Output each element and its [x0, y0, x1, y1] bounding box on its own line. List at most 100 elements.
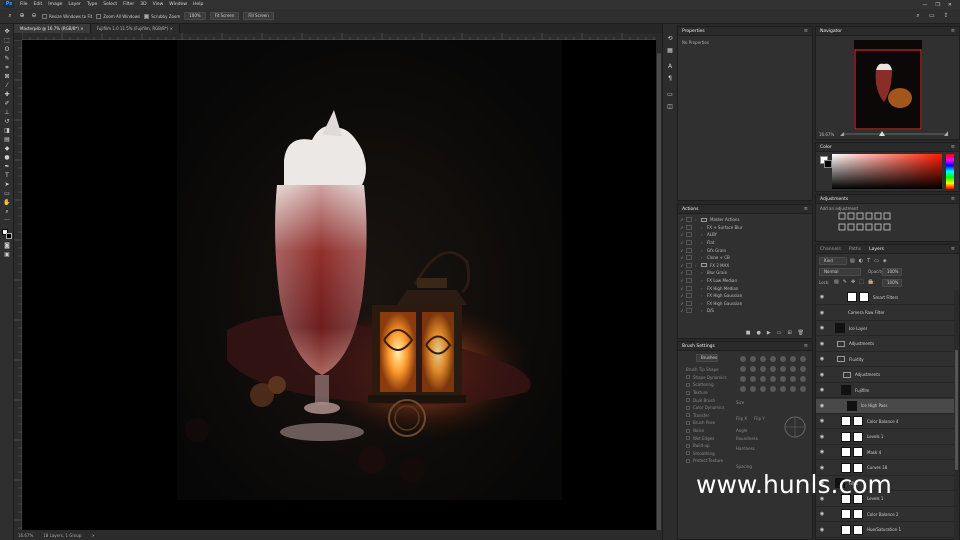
character-icon[interactable]: A	[665, 62, 675, 71]
zoom-out-icon[interactable]: ⊖	[30, 12, 38, 20]
action-row[interactable]: ✓ › Flat	[678, 239, 812, 247]
quick-select-tool-icon[interactable]: ✎	[2, 55, 12, 63]
fit-screen-button[interactable]: Fit Screen	[209, 12, 240, 20]
action-check-icon[interactable]: ✓	[678, 263, 686, 268]
eye-icon[interactable]: ◉	[818, 418, 826, 424]
layer-row[interactable]: ◉ Color Balance 4	[816, 414, 954, 429]
layer-row[interactable]: ◉ Smart Filters	[816, 290, 954, 305]
panel-menu-icon[interactable]: ≡	[804, 206, 808, 212]
info-icon[interactable]: ◫	[665, 102, 675, 111]
screen-mode-icon[interactable]: ▣	[2, 251, 12, 259]
action-row[interactable]: ✓ › Master Actions	[678, 216, 812, 224]
scrollbar-thumb[interactable]	[657, 53, 661, 533]
path-select-icon[interactable]: ➤	[2, 181, 12, 189]
action-check-icon[interactable]: ✓	[678, 225, 686, 230]
resize-windows-checkbox[interactable]: Resize Windows to Fit	[42, 13, 92, 19]
menu-image[interactable]: Image	[48, 2, 62, 7]
brush-setting-checkbox[interactable]	[686, 458, 690, 463]
filter-pixel-icon[interactable]: ▧	[850, 258, 855, 264]
brush-setting-checkbox[interactable]	[686, 405, 690, 410]
tab-channels[interactable]: Channels	[820, 247, 841, 252]
layer-mask-thumbnail[interactable]	[853, 524, 863, 535]
navigator-zoom-slider[interactable]	[840, 130, 952, 138]
brushes-button[interactable]: Brushes	[696, 354, 718, 362]
brush-angle-widget[interactable]	[782, 414, 808, 440]
lasso-tool-icon[interactable]: ʘ	[2, 46, 12, 54]
layer-thumbnail[interactable]	[841, 431, 851, 442]
action-dialog-toggle[interactable]	[686, 278, 692, 284]
layer-row[interactable]: ◉ Fujifilm	[816, 383, 954, 398]
brush-setting-item[interactable]: Brush Pose	[682, 419, 732, 427]
brush-setting-checkbox[interactable]	[686, 375, 690, 380]
layer-row[interactable]: ◉ Hue/Saturation 1	[816, 523, 954, 538]
action-dialog-toggle[interactable]	[686, 255, 692, 261]
stop-icon[interactable]: ■	[746, 330, 751, 336]
layer-filter-kind[interactable]: Kind	[819, 257, 847, 265]
brush-setting-item[interactable]: Brush Tip Shape	[682, 366, 732, 374]
eye-icon[interactable]: ◉	[818, 310, 826, 316]
layer-thumbnail[interactable]	[841, 447, 851, 457]
brush-setting-item[interactable]: Color Dynamics	[682, 404, 732, 412]
action-dialog-toggle[interactable]	[686, 224, 692, 230]
menu-file[interactable]: File	[20, 2, 28, 7]
panel-menu-icon[interactable]: ≡	[951, 246, 955, 252]
opacity-input[interactable]: 100%	[882, 268, 902, 276]
filter-adjust-icon[interactable]: ◐	[859, 258, 863, 264]
eye-icon[interactable]: ◉	[818, 325, 826, 331]
action-dialog-toggle[interactable]	[686, 293, 692, 299]
lock-position-icon[interactable]: ✥	[851, 279, 855, 285]
quick-mask-icon[interactable]: ◙	[2, 242, 12, 250]
zoom-tool-icon[interactable]: ⌕	[2, 208, 12, 216]
menu-select[interactable]: Select	[103, 2, 117, 7]
shape-tool-icon[interactable]: ▭	[2, 190, 12, 198]
eye-icon[interactable]: ◉	[818, 294, 826, 300]
dodge-tool-icon[interactable]: ●	[2, 154, 12, 162]
layer-thumbnail[interactable]	[835, 323, 845, 333]
layer-thumbnail[interactable]	[841, 524, 851, 535]
layer-thumbnail[interactable]	[841, 416, 851, 426]
panel-menu-icon[interactable]: ≡	[804, 343, 808, 349]
eyedropper-tool-icon[interactable]: ⁄	[2, 82, 12, 90]
layer-mask-thumbnail[interactable]	[853, 447, 863, 457]
action-dialog-toggle[interactable]	[686, 285, 692, 291]
action-row[interactable]: ✓ › Clone + CB	[678, 254, 812, 262]
brush-setting-checkbox[interactable]	[686, 443, 690, 448]
panel-menu-icon[interactable]: ≡	[951, 196, 955, 202]
eye-icon[interactable]: ◉	[818, 372, 826, 378]
action-dialog-toggle[interactable]	[686, 262, 692, 268]
brush-setting-item[interactable]: Protect Texture	[682, 457, 732, 465]
action-dialog-toggle[interactable]	[686, 308, 692, 314]
layer-row[interactable]: ◉ Adjustments	[816, 368, 954, 383]
eye-icon[interactable]: ◉	[818, 449, 826, 455]
action-check-icon[interactable]: ✓	[678, 301, 686, 306]
menu-3d[interactable]: 3D	[140, 2, 146, 7]
swatches-icon[interactable]: ▦	[665, 46, 675, 55]
layer-thumbnail[interactable]	[847, 400, 857, 411]
brush-setting-item[interactable]: Transfer	[682, 412, 732, 420]
fill-screen-button[interactable]: Fill Screen	[243, 12, 274, 20]
action-row[interactable]: ✓ › D/S	[678, 307, 812, 315]
action-dialog-toggle[interactable]	[686, 270, 692, 276]
brush-setting-checkbox[interactable]	[686, 428, 690, 433]
status-zoom[interactable]: 16.67%	[18, 533, 33, 538]
action-check-icon[interactable]: ✓	[678, 278, 686, 283]
healing-tool-icon[interactable]: ✚	[2, 91, 12, 99]
layers-scrollbar[interactable]	[954, 290, 959, 540]
action-check-icon[interactable]: ✓	[678, 232, 686, 237]
layer-mask-thumbnail[interactable]	[853, 509, 863, 519]
action-row[interactable]: ✓ › FX High Gaussian	[678, 300, 812, 308]
delete-icon[interactable]: 🗑	[798, 330, 804, 336]
play-icon[interactable]: ▶	[767, 330, 771, 336]
layer-mask-thumbnail[interactable]	[853, 416, 863, 426]
action-dialog-toggle[interactable]	[686, 247, 692, 253]
action-row[interactable]: ✓ › Blur Grain	[678, 269, 812, 277]
eye-icon[interactable]: ◉	[818, 341, 826, 347]
canvas-area[interactable]	[22, 40, 656, 530]
close-icon[interactable]: ✕	[948, 2, 952, 8]
layer-row[interactable]: ◉ Levels 1	[816, 430, 954, 445]
layer-thumbnail[interactable]	[841, 385, 851, 395]
pen-tool-icon[interactable]: ✒	[2, 163, 12, 171]
brush-presets-grid[interactable]	[738, 354, 810, 396]
action-check-icon[interactable]: ✓	[678, 255, 686, 260]
navigator-preview[interactable]	[854, 40, 922, 130]
